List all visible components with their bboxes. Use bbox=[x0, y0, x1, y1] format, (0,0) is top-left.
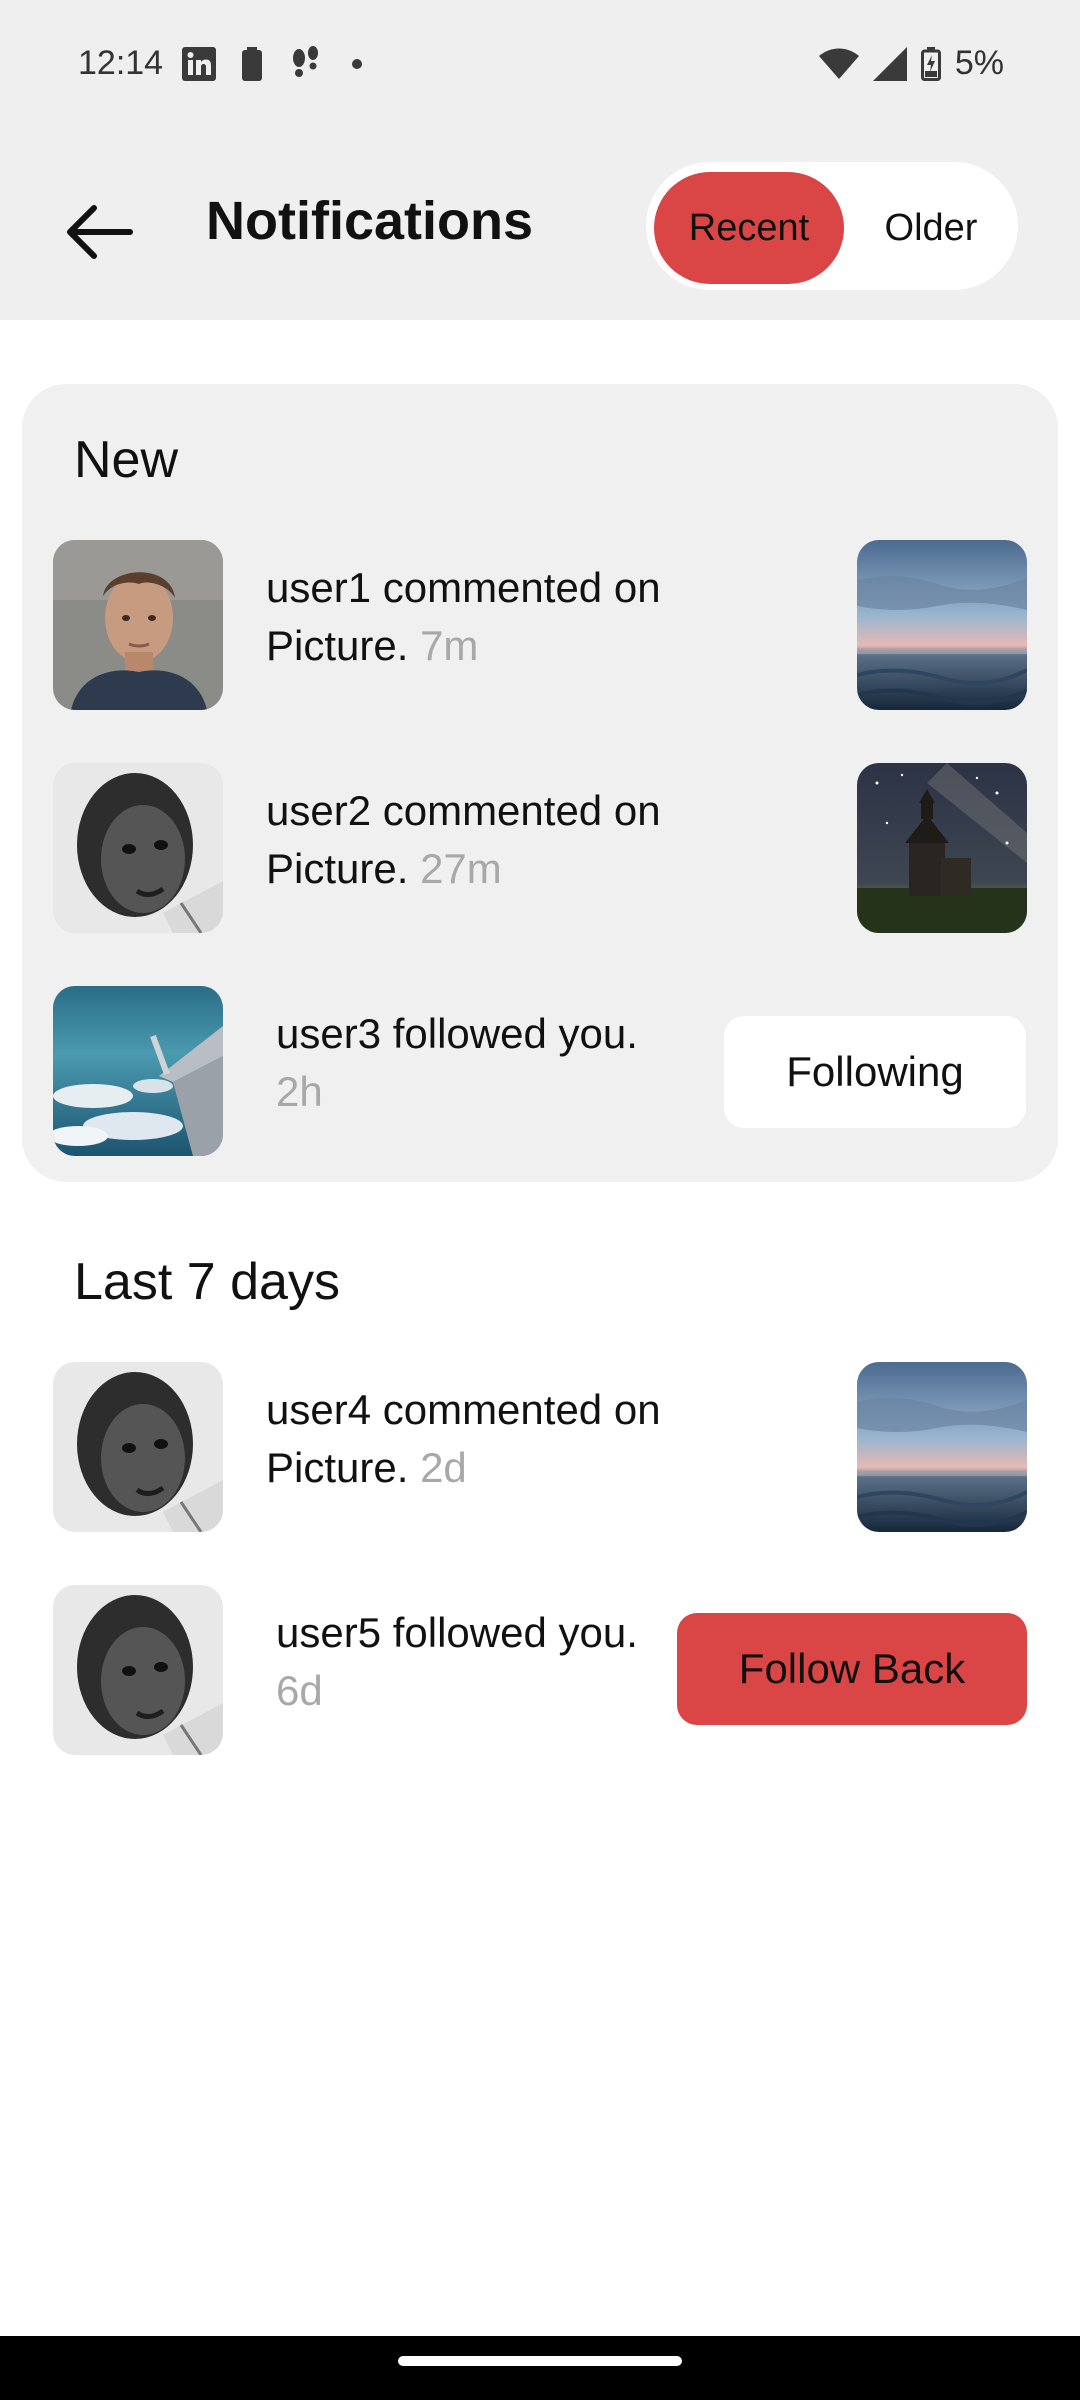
avatar-user5[interactable] bbox=[53, 1585, 223, 1755]
avatar-user1[interactable] bbox=[53, 540, 223, 710]
battery-percent: 5% bbox=[954, 44, 1004, 82]
avatar-user3[interactable] bbox=[53, 986, 223, 1156]
time-filter-toggle: Recent Older bbox=[646, 162, 1018, 290]
post-thumbnail-sea-sunset[interactable] bbox=[857, 1362, 1027, 1532]
notification-icons bbox=[182, 46, 364, 82]
system-icons: 5% bbox=[818, 44, 1004, 83]
home-gesture-handle[interactable] bbox=[398, 2356, 682, 2366]
signal-icon bbox=[872, 46, 907, 81]
notification-text-user2: user2 commented on Picture. 27m bbox=[266, 787, 661, 892]
timestamp: 27m bbox=[420, 845, 502, 892]
follow-back-button[interactable]: Follow Back bbox=[677, 1613, 1027, 1725]
notification-text-user3: user3 followed you. 2h bbox=[276, 1010, 638, 1115]
notification-text-user1: user1 commented on Picture. 7m bbox=[266, 564, 661, 669]
battery-charging-icon bbox=[920, 46, 941, 81]
linkedin-icon bbox=[182, 47, 216, 81]
battery-saver-icon bbox=[242, 47, 262, 81]
following-button[interactable]: Following bbox=[724, 1016, 1026, 1128]
timestamp: 7m bbox=[420, 622, 479, 669]
post-thumbnail-sea-sunset[interactable] bbox=[857, 540, 1027, 710]
page-title: Notifications bbox=[206, 191, 534, 251]
timestamp: 2d bbox=[420, 1444, 467, 1491]
status-time: 12:14 bbox=[78, 44, 164, 82]
back-arrow-icon[interactable] bbox=[64, 202, 134, 262]
avatar-user2[interactable] bbox=[53, 763, 223, 933]
section-title-new: New bbox=[74, 431, 179, 489]
section-title-last-7-days: Last 7 days bbox=[74, 1253, 340, 1311]
new-notifications-card: New user1 commented on Picture. 7m user2… bbox=[22, 384, 1058, 1182]
app-header: Notifications Recent Older bbox=[0, 130, 1080, 320]
timestamp: 6d bbox=[276, 1667, 323, 1714]
timestamp: 2h bbox=[276, 1068, 323, 1115]
post-thumbnail-night-church[interactable] bbox=[857, 763, 1027, 933]
notification-text-user4: user4 commented on Picture. 2d bbox=[266, 1386, 661, 1491]
footsteps-icon bbox=[293, 46, 318, 77]
avatar-user4[interactable] bbox=[53, 1362, 223, 1532]
system-navigation-bar bbox=[0, 2336, 1080, 2400]
tab-older[interactable]: Older bbox=[856, 172, 1006, 284]
tab-recent[interactable]: Recent bbox=[654, 172, 844, 284]
notification-text-user5: user5 followed you. 6d bbox=[276, 1609, 638, 1714]
dot-icon bbox=[352, 59, 362, 69]
wifi-icon bbox=[818, 48, 859, 79]
status-bar: 12:14 5% bbox=[0, 0, 1080, 130]
